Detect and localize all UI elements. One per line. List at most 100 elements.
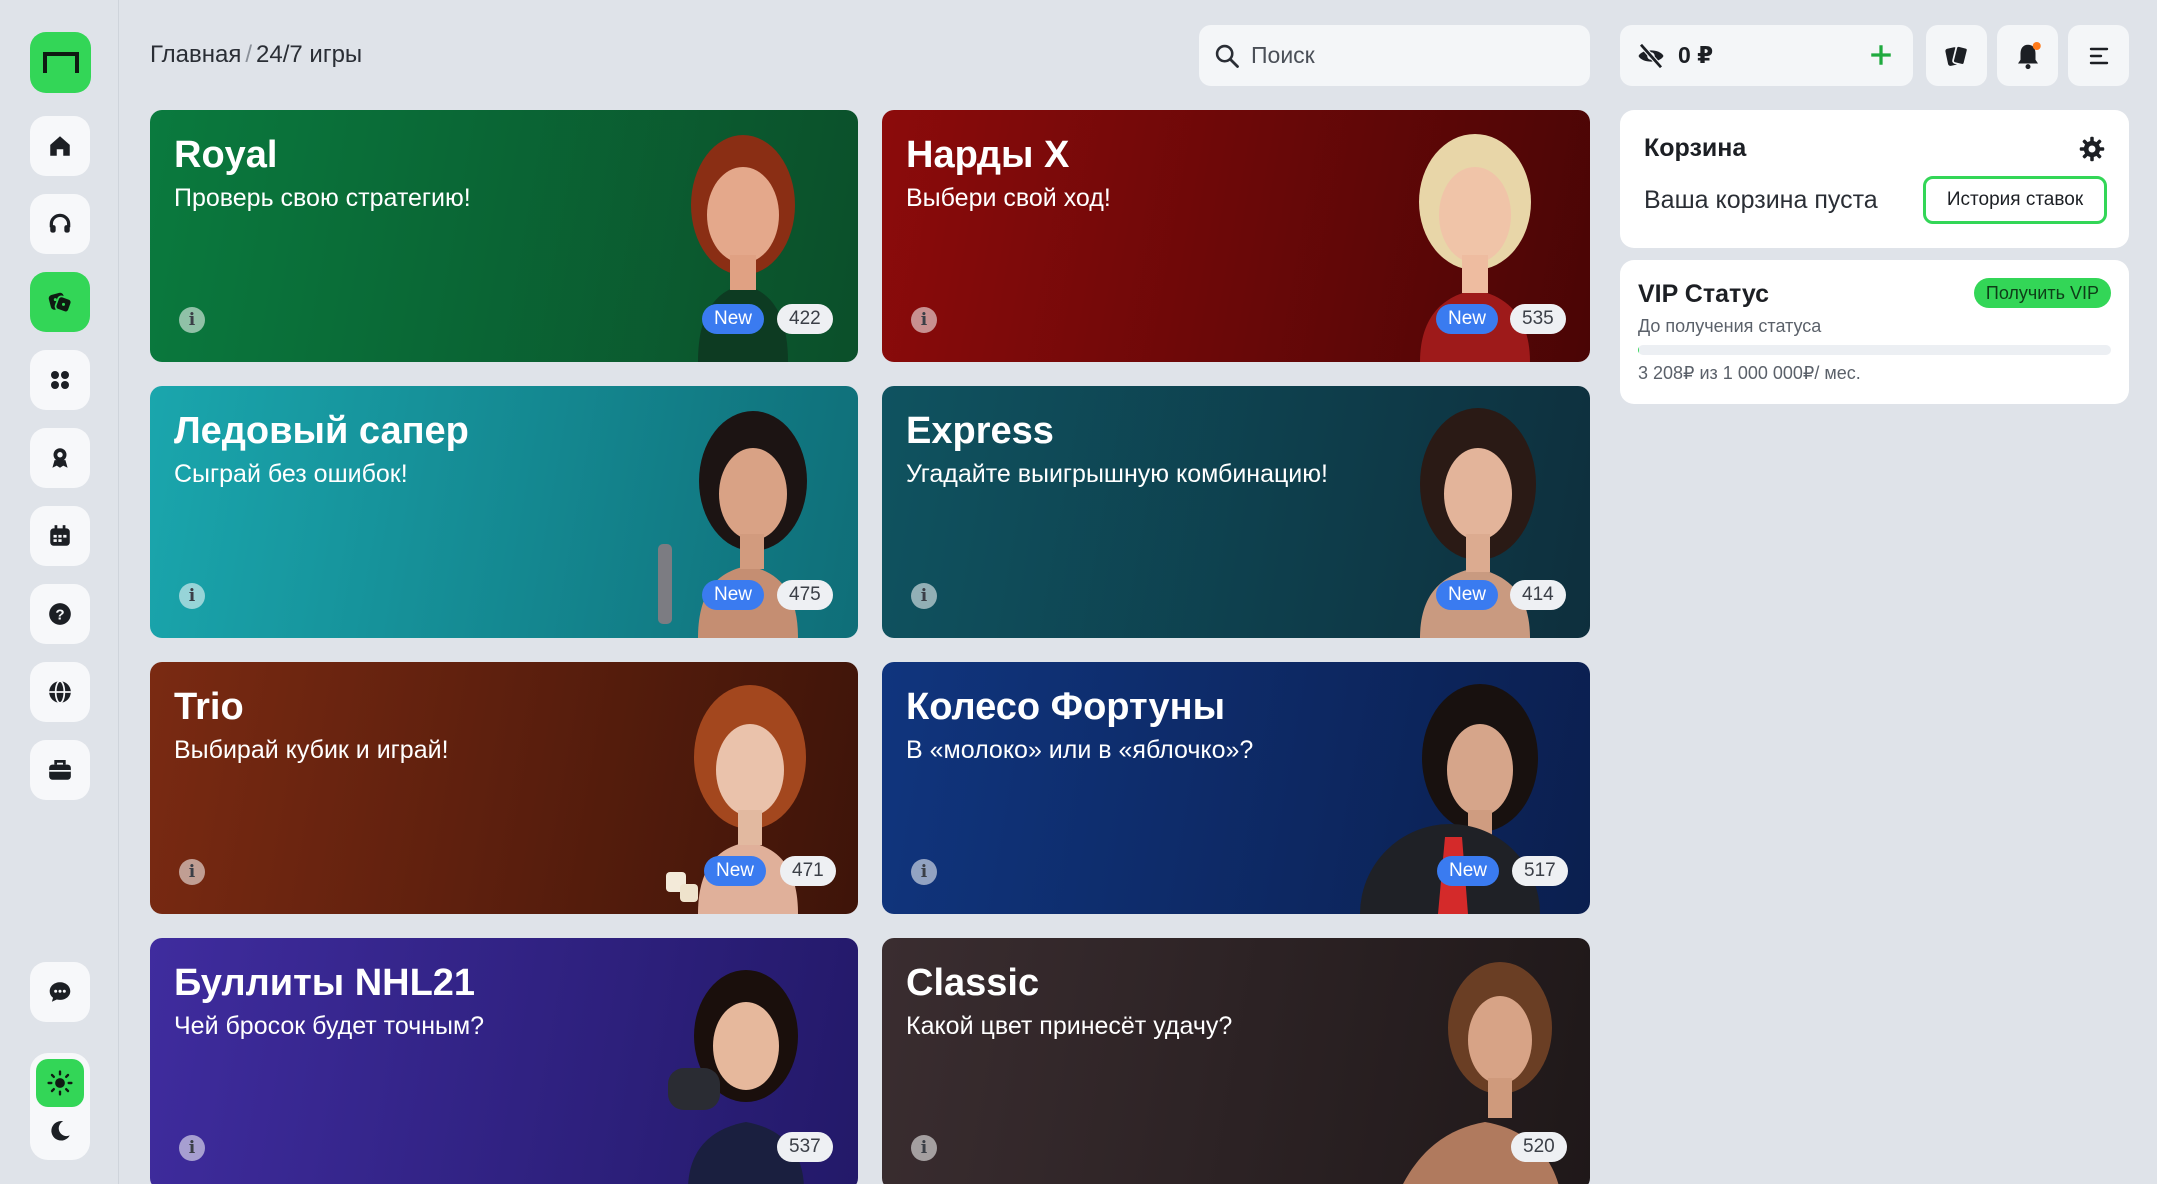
menu-button[interactable] xyxy=(2068,25,2129,86)
cart-settings-button[interactable] xyxy=(2077,134,2107,164)
online-count: 517 xyxy=(1512,856,1568,886)
info-icon[interactable]: i xyxy=(179,307,205,333)
game-subtitle: Какой цвет принесёт удачу? xyxy=(906,1012,1233,1040)
balance-value: 0 ₽ xyxy=(1678,42,1714,68)
chat-icon xyxy=(49,982,71,1002)
sidebar: ? xyxy=(0,0,119,1184)
sidebar-item-home[interactable] xyxy=(30,116,90,176)
game-card-trio[interactable]: Trio Выбирай кубик и играй! i New 471 xyxy=(150,662,858,914)
game-title: Буллиты NHL21 xyxy=(174,962,476,1004)
online-count: 520 xyxy=(1511,1132,1567,1162)
game-card-nardy-x[interactable]: Нарды X Выбери свой ход! i New 535 xyxy=(882,110,1590,362)
sidebar-item-calendar[interactable] xyxy=(30,506,90,566)
game-subtitle: Выбери свой ход! xyxy=(906,184,1111,212)
game-card-ice-sapper[interactable]: Ледовый сапер Сыграй без ошибок! i New 4… xyxy=(150,386,858,638)
search-box xyxy=(1199,25,1590,86)
breadcrumb-home[interactable]: Главная xyxy=(150,41,241,68)
game-title: Trio xyxy=(174,686,244,728)
game-card-bullity-nhl21[interactable]: Буллиты NHL21 Чей бросок будет точным? i… xyxy=(150,938,858,1184)
gear-icon xyxy=(2079,136,2105,162)
game-title: Royal xyxy=(174,134,278,176)
info-icon[interactable]: i xyxy=(911,307,937,333)
search-icon xyxy=(1215,44,1239,68)
sidebar-item-games[interactable] xyxy=(30,272,90,332)
info-icon[interactable]: i xyxy=(179,859,205,885)
game-subtitle: Проверь свою стратегию! xyxy=(174,184,471,212)
help-icon: ? xyxy=(49,603,71,625)
online-count: 475 xyxy=(777,580,833,610)
plus-icon xyxy=(1871,45,1891,65)
sidebar-item-help[interactable]: ? xyxy=(30,584,90,644)
game-card-classic[interactable]: Classic Какой цвет принесёт удачу? i 520 xyxy=(882,938,1590,1184)
info-icon[interactable]: i xyxy=(911,1135,937,1161)
award-icon xyxy=(52,448,68,468)
game-subtitle: Сыграй без ошибок! xyxy=(174,460,408,488)
dice-icon xyxy=(48,292,73,314)
cart-empty-text: Ваша корзина пуста xyxy=(1644,186,1878,214)
online-count: 537 xyxy=(777,1132,833,1162)
cart-title: Корзина xyxy=(1644,134,1747,162)
notifications-button[interactable] xyxy=(1997,25,2058,86)
new-badge: New xyxy=(1436,304,1499,334)
game-title: Колесо Фортуны xyxy=(906,686,1226,728)
menu-icon xyxy=(2089,47,2108,64)
game-subtitle: Выбирай кубик и играй! xyxy=(174,736,449,764)
new-badge: New xyxy=(1437,856,1500,886)
game-title: Ледовый сапер xyxy=(174,410,469,452)
vip-progress-fill xyxy=(1638,345,1640,355)
breadcrumb: Главная/24/7 игры xyxy=(150,41,362,69)
online-count: 414 xyxy=(1510,580,1566,610)
bet-history-button[interactable]: История ставок xyxy=(1923,176,2107,224)
game-title: Express xyxy=(906,410,1054,452)
theme-switcher xyxy=(30,1053,90,1160)
online-count: 535 xyxy=(1510,304,1566,334)
info-icon[interactable]: i xyxy=(911,583,937,609)
eye-off-icon[interactable] xyxy=(1636,41,1666,71)
info-icon[interactable]: i xyxy=(179,583,205,609)
briefcase-icon xyxy=(49,759,71,780)
calendar-icon xyxy=(50,525,70,546)
game-title: Нарды X xyxy=(906,134,1070,176)
new-badge: New xyxy=(704,856,767,886)
search-input[interactable] xyxy=(1251,42,1571,69)
home-icon xyxy=(50,136,70,156)
apps-icon xyxy=(51,371,69,389)
vip-subtitle: До получения статуса xyxy=(1638,316,1822,336)
online-count: 471 xyxy=(780,856,836,886)
info-icon[interactable]: i xyxy=(179,1135,205,1161)
vip-progress-bar xyxy=(1638,345,2111,355)
game-card-wheel-of-fortune[interactable]: Колесо Фортуны В «молоко» или в «яблочко… xyxy=(882,662,1590,914)
game-title: Classic xyxy=(906,962,1040,1004)
get-vip-button[interactable]: Получить VIP xyxy=(1973,278,2111,308)
light-theme-button[interactable] xyxy=(36,1059,84,1107)
vip-progress-text: 3 208₽ из 1 000 000₽/ мес. xyxy=(1638,363,1861,383)
new-badge: New xyxy=(702,580,765,610)
game-card-royal[interactable]: Royal Проверь свою стратегию! i New 422 xyxy=(150,110,858,362)
game-card-express[interactable]: Express Угадайте выигрышную комбинацию! … xyxy=(882,386,1590,638)
new-badge: New xyxy=(702,304,765,334)
balance-widget: 0 ₽ xyxy=(1620,25,1913,86)
vip-panel: VIP Статус Получить VIP До получения ста… xyxy=(1620,260,2129,404)
globe-icon xyxy=(49,680,71,704)
logo-button[interactable] xyxy=(30,32,91,93)
cards-icon xyxy=(1944,44,1969,66)
sidebar-item-language[interactable] xyxy=(30,662,90,722)
deposit-button[interactable] xyxy=(1865,39,1897,71)
info-icon[interactable]: i xyxy=(911,859,937,885)
sidebar-item-apps[interactable] xyxy=(30,350,90,410)
bets-button[interactable] xyxy=(1926,25,1987,86)
sidebar-item-cases[interactable] xyxy=(30,740,90,800)
vip-title: VIP Статус xyxy=(1638,280,1770,308)
new-badge: New xyxy=(1436,580,1499,610)
chat-button[interactable] xyxy=(30,962,90,1022)
bell-icon xyxy=(2017,41,2041,69)
sidebar-item-awards[interactable] xyxy=(30,428,90,488)
dark-theme-button[interactable] xyxy=(36,1107,84,1155)
cart-panel: Корзина Ваша корзина пуста История ставо… xyxy=(1620,110,2129,248)
headset-icon xyxy=(49,213,71,233)
moon-icon xyxy=(51,1121,70,1141)
game-subtitle: Чей бросок будет точным? xyxy=(174,1012,485,1040)
breadcrumb-separator: / xyxy=(245,41,253,68)
sidebar-item-support[interactable] xyxy=(30,194,90,254)
breadcrumb-current: 24/7 игры xyxy=(256,41,363,68)
